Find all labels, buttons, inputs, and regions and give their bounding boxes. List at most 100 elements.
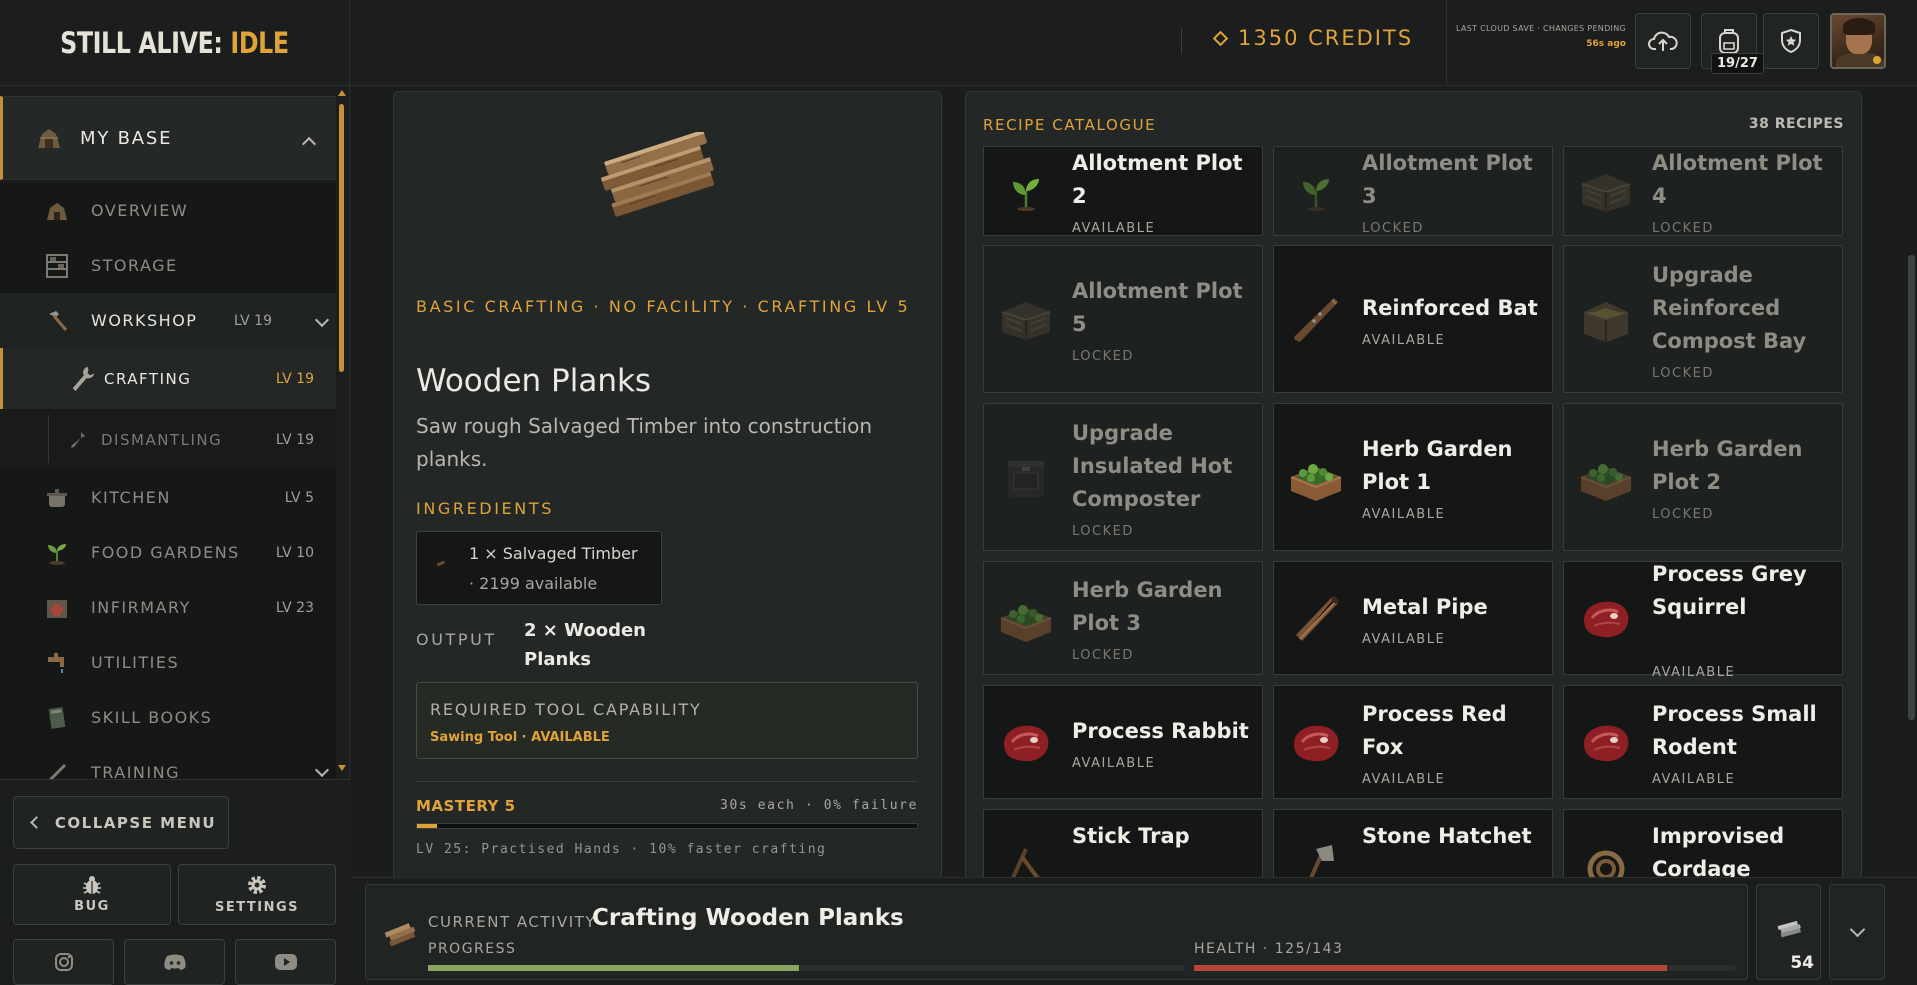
sidebar-item-utilities[interactable]: UTILITIES (0, 635, 336, 690)
queue-count: 54 (1790, 953, 1814, 973)
backpack-icon (1719, 29, 1739, 54)
sidebar-item-storage[interactable]: STORAGE (0, 238, 336, 293)
recipe-card-process-grey-squirrel[interactable]: Process Grey Squirrel AVAILABLE (1563, 561, 1843, 680)
recipe-status: AVAILABLE (1362, 507, 1446, 522)
queue-button[interactable]: 54 (1756, 884, 1821, 980)
status-dot (1873, 56, 1881, 64)
divider (1181, 28, 1182, 54)
scroll-up-icon[interactable] (338, 90, 346, 96)
bug-report-button[interactable]: BUG (13, 864, 171, 925)
sidebar-item-label: STORAGE (91, 256, 178, 275)
nav-section-label: MY BASE (80, 127, 173, 149)
composter-icon (996, 452, 1056, 504)
recipe-card-allotment-plot-4[interactable]: Allotment Plot 4 LOCKED (1563, 146, 1843, 236)
recipe-card-process-red-fox[interactable]: Process Red Fox AVAILABLE (1273, 685, 1553, 799)
cloud-save-status: LAST CLOUD SAVE · CHANGES PENDING 56s ag… (1456, 24, 1626, 49)
bug-label: BUG (74, 899, 110, 914)
progress-fill (428, 965, 799, 971)
bug-icon (83, 876, 101, 894)
instagram-button[interactable] (13, 939, 114, 985)
recipe-status: LOCKED (1652, 507, 1714, 522)
recipe-card-allotment-plot-5[interactable]: Allotment Plot 5 LOCKED (983, 245, 1263, 393)
top-header: STILL ALIVE: IDLE 1350 CREDITS LAST CLOU… (0, 0, 1917, 86)
recipe-name: Metal Pipe (1362, 594, 1488, 619)
current-activity-label: CURRENT ACTIVITY (428, 913, 596, 931)
catalogue-title: RECIPE CATALOGUE (983, 116, 1157, 134)
sidebar-item-infirmary[interactable]: INFIRMARY LV 23 (0, 580, 336, 635)
recipe-name: Process Grey Squirrel (1652, 561, 1807, 619)
recipe-card-upgrade-insulated-hot-composter[interactable]: Upgrade Insulated Hot Composter LOCKED (983, 403, 1263, 551)
achievements-button[interactable] (1763, 13, 1819, 69)
gear-icon (248, 876, 266, 894)
instagram-icon (54, 953, 73, 971)
main-scrollbar[interactable] (1908, 255, 1915, 720)
recipe-status: LOCKED (1072, 523, 1134, 539)
sidebar-scrollbar[interactable] (338, 90, 346, 772)
progress-bar (428, 965, 1185, 971)
recipe-card-metal-pipe[interactable]: Metal Pipe AVAILABLE (1273, 561, 1553, 675)
sidebar-nav: MY BASE OVERVIEW STORAGE WORKSHOP LV 19 (0, 86, 350, 779)
crate-icon (996, 294, 1056, 346)
output-label: OUTPUT (416, 630, 497, 649)
scroll-thumb[interactable] (339, 104, 344, 372)
recipe-card-herb-garden-plot-3[interactable]: Herb Garden Plot 3 LOCKED (983, 561, 1263, 675)
settings-button[interactable]: SETTINGS (178, 864, 336, 925)
recipe-card-allotment-plot-2[interactable]: Allotment Plot 2 AVAILABLE (983, 146, 1263, 236)
tree-line (48, 415, 49, 463)
recipe-title: Wooden Planks (416, 363, 652, 399)
sidebar-item-skill-books[interactable]: SKILL BOOKS (0, 690, 336, 745)
cloud-save-button[interactable] (1635, 13, 1691, 69)
recipe-card-upgrade-reinforced-compost-bay[interactable]: Upgrade Reinforced Compost Bay LOCKED (1563, 245, 1843, 393)
mastery-info: 30s each · 0% failure (720, 798, 918, 813)
sidebar-item-label: WORKSHOP (91, 311, 198, 330)
recipe-status: AVAILABLE (1072, 755, 1156, 771)
meat-icon (996, 717, 1056, 769)
expand-activity-button[interactable] (1829, 884, 1885, 980)
sidebar-item-label: SKILL BOOKS (91, 708, 213, 727)
hammer-icon (44, 308, 70, 334)
recipe-card-herb-garden-plot-1[interactable]: Herb Garden Plot 1 AVAILABLE (1273, 403, 1553, 551)
sidebar-item-dismantling[interactable]: DISMANTLING LV 19 (0, 409, 336, 470)
shelves-icon (44, 253, 70, 279)
recipe-card-allotment-plot-3[interactable]: Allotment Plot 3 LOCKED (1273, 146, 1553, 236)
recipe-card-process-small-rodent[interactable]: Process Small Rodent AVAILABLE (1563, 685, 1843, 799)
sidebar-item-training[interactable]: TRAINING (0, 745, 336, 779)
sprout-icon (44, 540, 70, 566)
collapse-menu-button[interactable]: COLLAPSE MENU (13, 796, 229, 849)
ingredient-item[interactable]: 1 × Salvaged Timber 2199 available (416, 531, 662, 605)
recipe-card-process-rabbit[interactable]: Process Rabbit AVAILABLE (983, 685, 1263, 799)
player-avatar[interactable] (1830, 13, 1886, 69)
discord-button[interactable] (124, 939, 225, 985)
save-status-label: LAST CLOUD SAVE · CHANGES PENDING (1456, 24, 1626, 33)
house-icon (44, 198, 70, 224)
sidebar-item-workshop[interactable]: WORKSHOP LV 19 (0, 293, 336, 348)
game-logo: STILL ALIVE: IDLE (60, 26, 289, 60)
recipe-status: LOCKED (1072, 648, 1134, 663)
sidebar-footer: COLLAPSE MENU BUG SETTINGS (0, 779, 350, 985)
current-activity-panel[interactable]: CURRENT ACTIVITY Crafting Wooden Planks … (365, 884, 1748, 980)
recipe-status: LOCKED (1362, 221, 1424, 236)
sidebar-item-label: CRAFTING (104, 369, 192, 388)
sidebar-item-crafting[interactable]: CRAFTING LV 19 (0, 348, 336, 409)
avatar-figure (1843, 18, 1875, 35)
logo-area[interactable]: STILL ALIVE: IDLE (0, 0, 350, 86)
recipe-card-herb-garden-plot-2[interactable]: Herb Garden Plot 2 LOCKED (1563, 403, 1843, 551)
meat-icon (1576, 717, 1636, 769)
credits-value: 1350 CREDITS (1238, 26, 1414, 50)
nav-section-my-base[interactable]: MY BASE (0, 96, 336, 180)
sidebar-item-label: INFIRMARY (91, 598, 191, 617)
scroll-down-icon[interactable] (338, 765, 346, 771)
recipe-catalogue: RECIPE CATALOGUE 38 RECIPES Allotment Pl… (965, 91, 1862, 891)
recipe-card-reinforced-bat[interactable]: Reinforced Bat AVAILABLE (1273, 245, 1553, 393)
required-tool-heading: REQUIRED TOOL CAPABILITY (430, 700, 702, 719)
sidebar-item-label: TRAINING (91, 763, 180, 779)
recipe-name: Allotment Plot 5 (1072, 279, 1243, 336)
mastery-progress-bar (416, 823, 918, 829)
herb-planter-icon (996, 593, 1056, 645)
sidebar-item-food-gardens[interactable]: FOOD GARDENS LV 10 (0, 525, 336, 580)
sidebar-item-overview[interactable]: OVERVIEW (0, 183, 336, 238)
youtube-button[interactable] (235, 939, 336, 985)
meat-icon (1576, 593, 1636, 645)
sidebar-item-kitchen[interactable]: KITCHEN LV 5 (0, 470, 336, 525)
diamond-icon (1212, 30, 1229, 46)
